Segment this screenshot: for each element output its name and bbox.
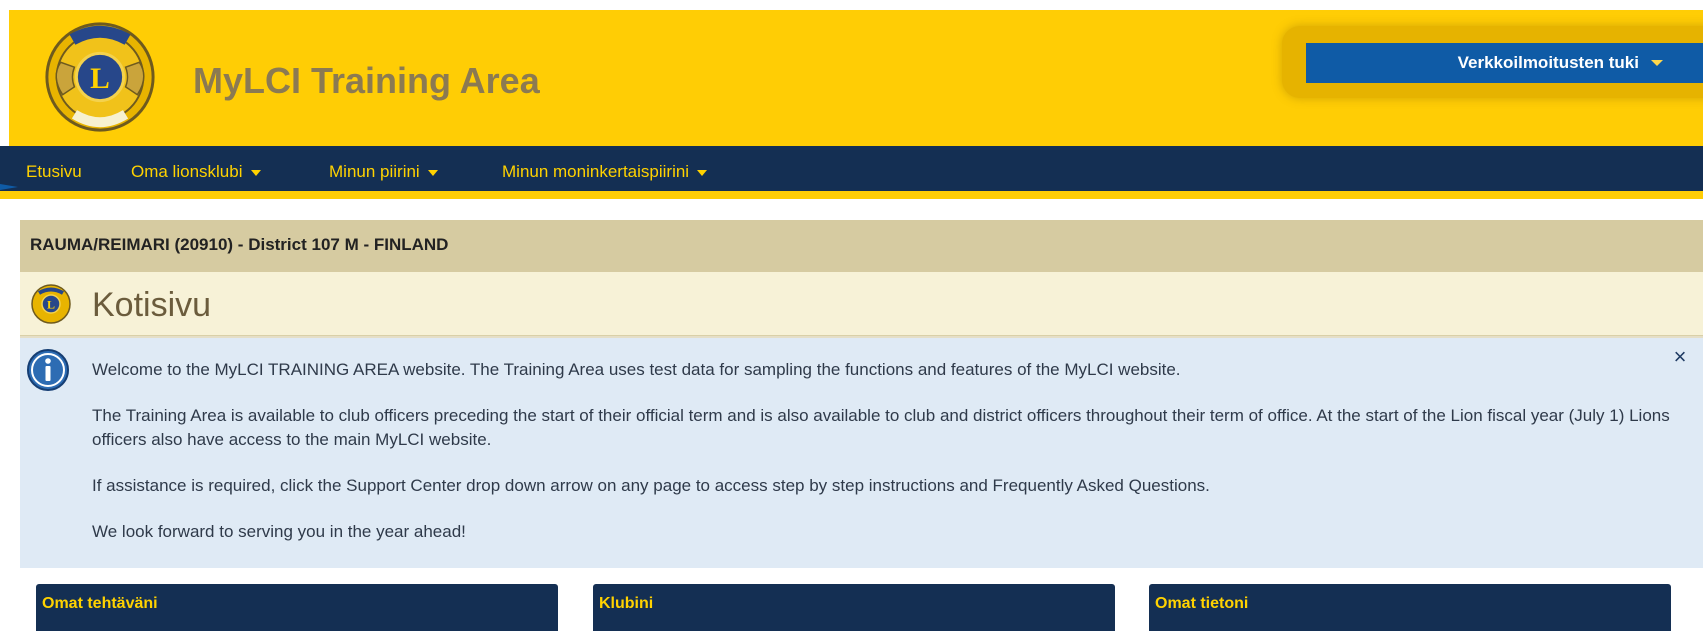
page-title: Kotisivu	[92, 286, 212, 324]
info-paragraph-welcome: Welcome to the MyLCI TRAINING AREA websi…	[92, 360, 1181, 379]
panel-my-info-header[interactable]: Omat tietoni	[1149, 584, 1671, 631]
pointer-arrow-icon	[0, 184, 18, 190]
info-paragraph-closing: We look forward to serving you in the ye…	[92, 522, 466, 541]
info-paragraph-availability: The Training Area is available to club o…	[92, 406, 1670, 449]
support-center-label: Verkkoilmoitusten tuki	[1457, 53, 1639, 72]
club-info-bar: RAUMA/REIMARI (20910) - District 107 M -…	[20, 220, 1703, 272]
panel-title: Omat tietoni	[1155, 595, 1249, 612]
club-info: RAUMA/REIMARI (20910) - District 107 M -…	[30, 235, 449, 254]
panel-title: Omat tehtäväni	[42, 595, 158, 612]
chevron-down-icon	[697, 169, 708, 176]
nav-item-my-multiple-district[interactable]: Minun moninkertaispiirini	[502, 162, 708, 182]
chevron-down-icon	[1651, 60, 1663, 66]
nav-item-label: Minun piirini	[329, 162, 420, 181]
site-title: MyLCI Training Area	[193, 60, 540, 101]
dashboard-panels: Omat tehtäväni Klubini Omat tietoni	[20, 568, 1703, 631]
chevron-down-icon	[427, 169, 438, 176]
nav-item-label: Etusivu	[26, 162, 82, 181]
page-title-bar: L Kotisivu	[20, 272, 1703, 336]
svg-text:L: L	[47, 298, 55, 312]
panel-my-tasks-header[interactable]: Omat tehtäväni	[36, 584, 558, 631]
nav-item-my-district[interactable]: Minun piirini	[329, 162, 438, 182]
page: L MyLCI Training Area Verkkoilmoitusten …	[0, 0, 1703, 631]
support-center-button[interactable]: Verkkoilmoitusten tuki	[1306, 43, 1703, 83]
nav-item-label: Minun moninkertaispiirini	[502, 162, 690, 181]
lions-logo-icon[interactable]: L	[41, 18, 159, 136]
svg-text:L: L	[90, 63, 110, 95]
main-content: RAUMA/REIMARI (20910) - District 107 M -…	[20, 220, 1703, 631]
nav-item-my-club[interactable]: Oma lionsklubi	[131, 162, 261, 182]
info-icon	[27, 349, 69, 391]
main-navigation: Etusivu Oma lionsklubi Minun piirini Min…	[0, 146, 1703, 199]
welcome-info-panel: × Welcome to the MyLCI TRAINING AREA web…	[20, 338, 1703, 568]
lions-logo-icon: L	[31, 284, 71, 324]
panel-title: Klubini	[599, 595, 654, 612]
chevron-down-icon	[250, 169, 261, 176]
info-paragraph-assistance: If assistance is required, click the Sup…	[92, 476, 1210, 495]
panel-my-club-header[interactable]: Klubini	[593, 584, 1115, 631]
nav-item-home[interactable]: Etusivu	[26, 162, 82, 182]
nav-item-label: Oma lionsklubi	[131, 162, 243, 181]
